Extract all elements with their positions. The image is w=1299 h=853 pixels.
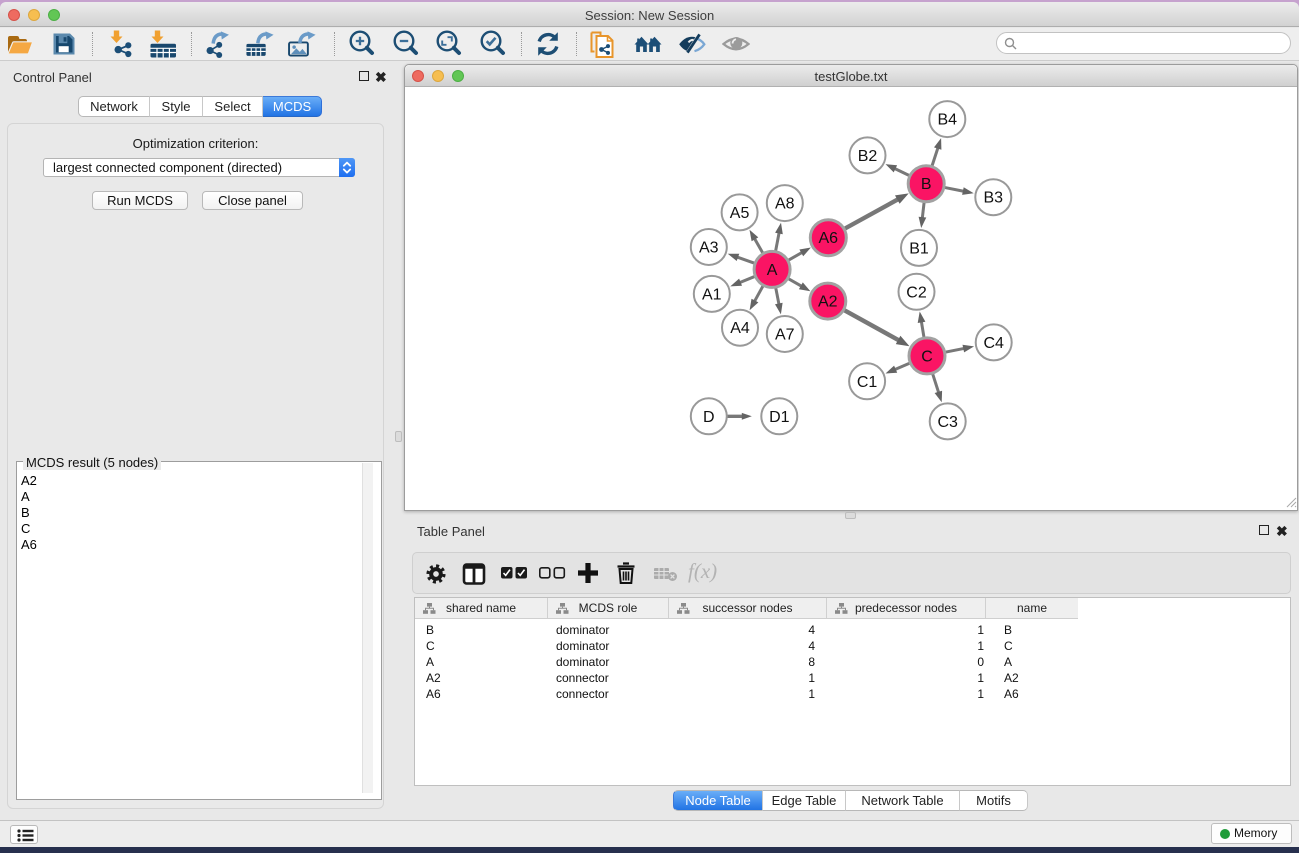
- svg-text:C1: C1: [857, 374, 878, 391]
- svg-text:B4: B4: [938, 112, 958, 129]
- svg-text:A2: A2: [818, 294, 838, 311]
- svg-text:B2: B2: [858, 148, 878, 165]
- svg-text:A4: A4: [730, 320, 750, 337]
- svg-text:B3: B3: [984, 190, 1004, 207]
- svg-text:B: B: [921, 176, 932, 193]
- svg-text:C: C: [921, 348, 933, 365]
- svg-text:D: D: [703, 409, 715, 426]
- svg-text:C4: C4: [983, 335, 1004, 352]
- svg-text:A6: A6: [819, 230, 839, 247]
- svg-text:A3: A3: [699, 240, 719, 257]
- svg-text:A5: A5: [730, 205, 750, 222]
- svg-text:C2: C2: [906, 284, 927, 301]
- svg-text:C3: C3: [937, 414, 958, 431]
- svg-text:A8: A8: [775, 196, 795, 213]
- svg-text:A1: A1: [702, 286, 722, 303]
- svg-text:D1: D1: [769, 409, 790, 426]
- svg-text:A7: A7: [775, 327, 795, 344]
- svg-text:B1: B1: [909, 240, 929, 257]
- svg-text:A: A: [767, 262, 778, 279]
